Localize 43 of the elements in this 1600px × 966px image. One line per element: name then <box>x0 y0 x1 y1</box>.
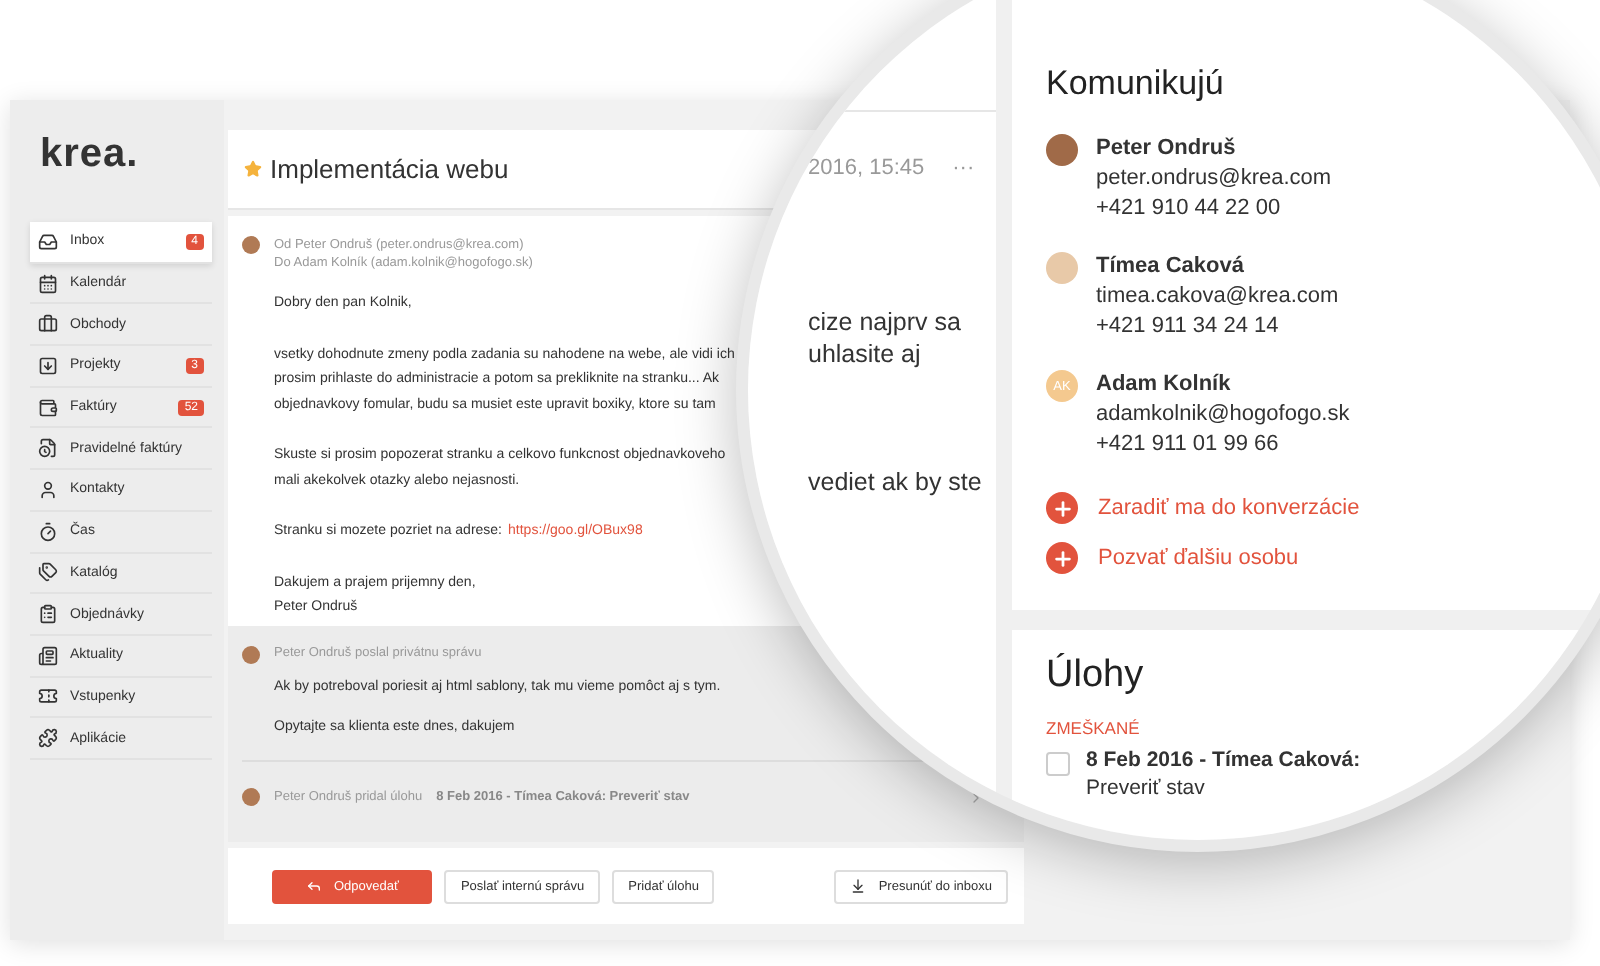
contact-email: adamkolnik@hogofogo.sk <box>1096 400 1350 430</box>
contact-phone: +421 910 44 22 00 <box>1096 194 1283 224</box>
wallet-icon <box>38 397 58 418</box>
conversation-title: Implementácia webu <box>270 154 509 184</box>
contact-name: Tímea Caková <box>1096 252 1246 282</box>
panel-title: Komunikujú <box>1046 64 1226 104</box>
contact-email: peter.ondrus@krea.com <box>1096 164 1332 194</box>
plus-icon <box>1046 492 1078 524</box>
contact-name: Adam Kolník <box>1096 370 1233 400</box>
tray-icon <box>38 355 58 376</box>
avatar <box>242 788 260 806</box>
document-icon <box>38 438 58 459</box>
group-label: ZMEŠKANÉ <box>1046 718 1142 738</box>
plus-icon <box>1046 542 1078 574</box>
task-title: 8 Feb 2016 - Tímea Caková: <box>1086 746 1361 774</box>
reply-icon <box>306 878 322 894</box>
contact-phone: +421 911 01 99 66 <box>1096 430 1281 460</box>
add-link[interactable]: Zaradiť ma do konverzácie <box>1046 492 1600 524</box>
tag-icon <box>38 562 58 583</box>
stopwatch-icon <box>38 521 58 542</box>
newspaper-icon <box>38 645 58 666</box>
ticket-icon <box>38 686 58 707</box>
briefcase-icon <box>38 314 58 335</box>
add-link[interactable]: Pozvať ďalšiu osobu <box>1046 542 1600 574</box>
email-text: vediet ak by ste <box>808 468 984 496</box>
person-icon <box>38 479 58 500</box>
contact-name: Peter Ondruš <box>1096 134 1238 164</box>
clipboard-icon <box>38 604 58 625</box>
date-text: 2016, 15:45 <box>808 156 925 180</box>
email-text: uhlasite aj <box>808 340 923 368</box>
panel-title: Úlohy <box>1046 654 1146 698</box>
checkbox[interactable] <box>1046 752 1070 776</box>
task-detail: Preveriť stav <box>1086 774 1207 802</box>
calendar-icon <box>38 273 58 294</box>
email-text: cize najprv sa <box>808 308 963 336</box>
contact-email: timea.cakova@krea.com <box>1096 282 1339 312</box>
avatar <box>242 646 260 664</box>
contact-phone: +421 911 34 24 14 <box>1096 312 1281 342</box>
puzzle-icon <box>38 728 58 749</box>
avatar <box>1046 134 1078 166</box>
avatar <box>242 236 260 254</box>
logo: krea. <box>40 132 141 178</box>
avatar <box>1046 252 1078 284</box>
